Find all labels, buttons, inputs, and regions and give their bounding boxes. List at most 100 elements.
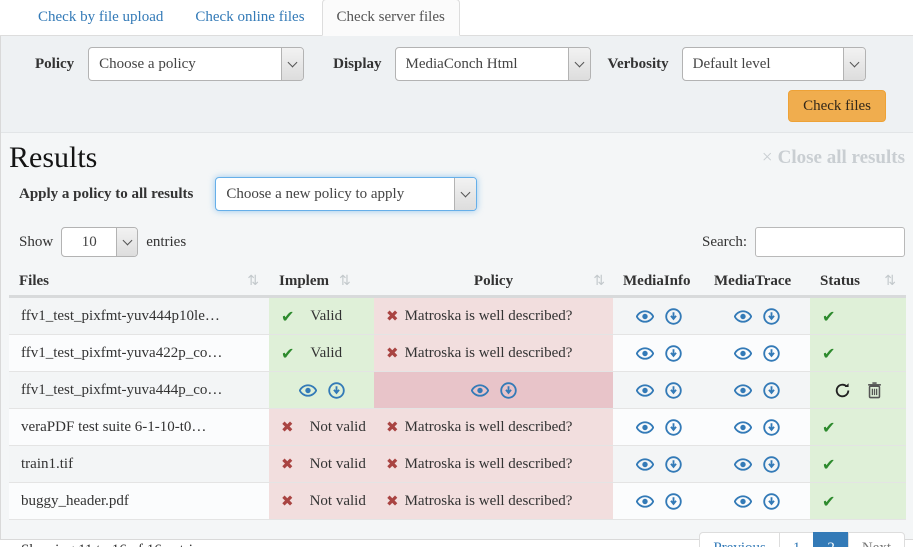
view-button[interactable] <box>734 384 752 397</box>
mediainfo-cell <box>613 409 704 445</box>
tab-check-online-files[interactable]: Check online files <box>180 0 319 35</box>
column-header-files[interactable]: Files ⇅ <box>9 273 269 290</box>
sort-icon[interactable]: ⇅ <box>339 273 351 289</box>
table-row: ffv1_test_pixfmt-yuva444p_co… <box>9 372 906 409</box>
results-heading: Results <box>9 141 97 175</box>
download-button[interactable] <box>665 419 682 436</box>
download-icon <box>328 382 345 399</box>
sort-icon[interactable]: ⇅ <box>247 273 259 289</box>
display-select[interactable]: MediaConch Html <box>395 47 591 81</box>
policy-cell-label: Matroska is well described? <box>405 493 573 510</box>
download-button[interactable] <box>763 308 780 325</box>
view-icon <box>636 495 654 508</box>
download-icon <box>500 382 517 399</box>
check-icon: ✔ <box>822 307 835 326</box>
check-icon: ✔ <box>281 307 294 326</box>
view-button[interactable] <box>734 310 752 323</box>
view-icon <box>734 458 752 471</box>
download-button[interactable] <box>665 345 682 362</box>
policy-select[interactable]: Choose a policy <box>88 47 304 81</box>
mediainfo-cell <box>613 298 704 334</box>
sort-icon[interactable]: ⇅ <box>884 273 896 289</box>
policy-select-value: Choose a policy <box>89 48 281 80</box>
download-button[interactable] <box>328 382 345 399</box>
mediainfo-cell <box>613 372 704 408</box>
view-button[interactable] <box>636 458 654 471</box>
view-button[interactable] <box>734 347 752 360</box>
column-header-implem[interactable]: Implem ⇅ <box>269 273 374 290</box>
mediatrace-cell <box>704 446 810 482</box>
search-label: Search: <box>702 234 747 251</box>
entries-per-page-select[interactable]: 10 <box>61 227 138 257</box>
entries-label: entries <box>146 234 186 251</box>
view-button[interactable] <box>636 421 654 434</box>
check-files-button[interactable]: Check files <box>788 90 886 122</box>
entries-per-page-value: 10 <box>62 228 116 256</box>
files-header-label: Files <box>19 273 49 290</box>
refresh-button[interactable] <box>834 382 851 399</box>
pagination-next-button[interactable]: Next <box>848 532 905 547</box>
sort-icon[interactable]: ⇅ <box>593 273 605 289</box>
download-button[interactable] <box>665 382 682 399</box>
view-button[interactable] <box>299 384 317 397</box>
download-button[interactable] <box>763 345 780 362</box>
policy-cell: ✖Matroska is well described? <box>374 483 613 519</box>
policy-cell-label: Matroska is well described? <box>405 345 573 362</box>
implem-cell: ✖Not valid <box>269 409 374 445</box>
implem-cell-label: Not valid <box>310 419 366 436</box>
implem-cell-label: Valid <box>310 345 342 362</box>
chevron-down-icon <box>568 48 590 80</box>
view-icon <box>734 347 752 360</box>
pagination-page-1-button[interactable]: 1 <box>779 532 815 547</box>
search-input[interactable] <box>755 227 905 257</box>
view-button[interactable] <box>734 458 752 471</box>
mediainfo-cell <box>613 483 704 519</box>
download-button[interactable] <box>763 493 780 510</box>
column-header-status[interactable]: Status ⇅ <box>810 273 906 290</box>
delete-button[interactable] <box>867 382 882 399</box>
download-button[interactable] <box>500 382 517 399</box>
implem-header-label: Implem <box>279 273 329 290</box>
view-button[interactable] <box>636 347 654 360</box>
policy-cell: ✖Matroska is well described? <box>374 335 613 371</box>
verbosity-label: Verbosity <box>608 56 669 73</box>
tab-check-by-file-upload[interactable]: Check by file upload <box>23 0 178 35</box>
apply-policy-label: Apply a policy to all results <box>19 186 193 203</box>
file-name-cell: train1.tif <box>9 446 269 482</box>
download-button[interactable] <box>763 382 780 399</box>
view-button[interactable] <box>636 384 654 397</box>
download-button[interactable] <box>665 493 682 510</box>
view-button[interactable] <box>734 495 752 508</box>
status-header-label: Status <box>820 273 860 290</box>
mediatrace-cell <box>704 372 810 408</box>
mediatrace-header-label: MediaTrace <box>714 273 791 290</box>
pagination-previous-button[interactable]: Previous <box>699 532 780 547</box>
download-icon <box>665 456 682 473</box>
show-label: Show <box>19 234 53 251</box>
download-button[interactable] <box>763 456 780 473</box>
check-form-panel: Policy Choose a policy Display MediaConc… <box>1 36 913 133</box>
view-button[interactable] <box>636 310 654 323</box>
view-button[interactable] <box>636 495 654 508</box>
column-header-mediainfo: MediaInfo <box>613 273 704 290</box>
verbosity-select[interactable]: Default level <box>682 47 866 81</box>
file-name-cell: ffv1_test_pixfmt-yuv444p10le… <box>9 298 269 334</box>
download-button[interactable] <box>665 308 682 325</box>
table-header-row: Files ⇅ Implem ⇅ Policy ⇅ MediaInfo Medi… <box>9 267 906 298</box>
apply-policy-select[interactable]: Choose a new policy to apply <box>215 177 477 211</box>
view-button[interactable] <box>734 421 752 434</box>
close-all-results-button[interactable]: ×Close all results <box>762 147 905 169</box>
pagination-page-2-button[interactable]: 2 <box>813 532 849 547</box>
tab-check-server-files[interactable]: Check server files <box>322 0 460 36</box>
check-icon: ✔ <box>822 344 835 363</box>
column-header-policy[interactable]: Policy ⇅ <box>374 273 613 290</box>
check-icon: ✔ <box>822 492 835 511</box>
display-select-value: MediaConch Html <box>396 48 568 80</box>
download-button[interactable] <box>665 456 682 473</box>
policy-cell: ✖Matroska is well described? <box>374 409 613 445</box>
view-button[interactable] <box>471 384 489 397</box>
verbosity-select-value: Default level <box>683 48 843 80</box>
download-button[interactable] <box>763 419 780 436</box>
cross-icon: ✖ <box>386 455 399 473</box>
view-icon <box>734 310 752 323</box>
